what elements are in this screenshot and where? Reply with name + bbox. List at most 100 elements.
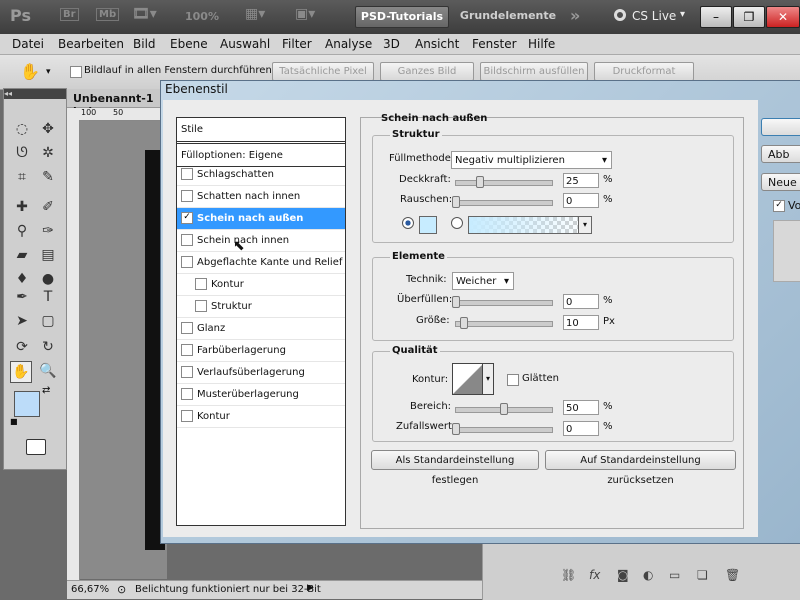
list-item-stroke[interactable]: Kontur: [177, 406, 345, 428]
toolbox-collapse-icon[interactable]: ◂◂: [4, 89, 66, 99]
more-workspaces-icon[interactable]: »: [570, 6, 580, 25]
jitter-slider-handle[interactable]: [452, 423, 460, 435]
restore-icon[interactable]: ❐: [733, 6, 765, 28]
lasso-tool-icon[interactable]: ᘎ: [12, 143, 32, 163]
actual-pixels-button[interactable]: Tatsächliche Pixel: [272, 62, 374, 81]
workspace-tab-grundelemente[interactable]: Grundelemente: [452, 6, 564, 26]
stamp-tool-icon[interactable]: ⚲: [12, 221, 32, 241]
document-tab[interactable]: Unbenannt-1 bei: [67, 89, 167, 118]
color-overlay-checkbox[interactable]: [181, 344, 193, 356]
spread-slider-handle[interactable]: [452, 296, 460, 308]
crop-tool-icon[interactable]: ⌗: [12, 167, 32, 187]
list-item-texture-sub[interactable]: Struktur: [177, 296, 345, 318]
mask-icon[interactable]: ◙: [617, 568, 629, 582]
noise-slider-handle[interactable]: [452, 196, 460, 208]
list-item-satin[interactable]: Glanz: [177, 318, 345, 340]
gradient-radio[interactable]: [451, 217, 463, 229]
brush-tool-icon[interactable]: ✐: [38, 197, 58, 217]
foreground-color-swatch[interactable]: [14, 391, 40, 417]
chevron-down-icon[interactable]: ▾: [46, 67, 51, 77]
menu-hilfe[interactable]: Hilfe: [528, 37, 555, 51]
gradient-overlay-checkbox[interactable]: [181, 366, 193, 378]
size-input[interactable]: 10: [563, 315, 599, 330]
opacity-slider[interactable]: [455, 180, 553, 186]
shape-tool-icon[interactable]: ▢: [38, 311, 58, 331]
swap-colors-icon[interactable]: ⇄: [42, 385, 50, 396]
noise-input[interactable]: 0: [563, 193, 599, 208]
marquee-tool-icon[interactable]: ◌: [12, 119, 32, 139]
glow-gradient-picker[interactable]: [468, 216, 580, 234]
jitter-input[interactable]: 0: [563, 421, 599, 436]
pen-tool-icon[interactable]: ✒: [12, 287, 32, 307]
preview-checkbox[interactable]: ✓: [773, 200, 785, 212]
menu-ansicht[interactable]: Ansicht: [415, 37, 459, 51]
menu-bild[interactable]: Bild: [133, 37, 156, 51]
list-item-inner-shadow[interactable]: Schatten nach innen: [177, 186, 345, 208]
move-tool-icon[interactable]: ✥: [38, 119, 58, 139]
menu-datei[interactable]: Datei: [12, 37, 44, 51]
screen-mode-icon[interactable]: ▣▾: [295, 6, 315, 22]
chevron-down-icon[interactable]: ▾: [680, 9, 685, 20]
list-item-bevel-emboss[interactable]: Abgeflachte Kante und Relief: [177, 252, 345, 274]
scroll-all-checkbox[interactable]: [70, 66, 82, 78]
quick-mask-icon[interactable]: [26, 439, 46, 455]
contour-sub-checkbox[interactable]: [195, 278, 207, 290]
trash-icon[interactable]: 🗑: [725, 568, 740, 582]
cancel-button[interactable]: Abb: [761, 145, 800, 163]
gradient-tool-icon[interactable]: ▤: [38, 245, 58, 265]
blend-mode-select[interactable]: Negativ multiplizieren ▾: [451, 151, 612, 169]
dodge-tool-icon[interactable]: ●: [38, 269, 58, 289]
list-item-stile[interactable]: Stile: [177, 118, 345, 142]
noise-slider[interactable]: [455, 200, 553, 206]
zoom-level[interactable]: 100%: [185, 10, 219, 23]
ok-button[interactable]: [761, 118, 800, 136]
eyedropper-tool-icon[interactable]: ✎: [38, 167, 58, 187]
link-layers-icon[interactable]: ⛓: [561, 568, 576, 582]
list-item-inner-glow[interactable]: Schein nach innen: [177, 230, 345, 252]
print-size-button[interactable]: Druckformat: [594, 62, 694, 81]
menu-auswahl[interactable]: Auswahl: [220, 37, 270, 51]
chevron-down-icon[interactable]: ▾: [482, 363, 494, 395]
list-item-color-overlay[interactable]: Farbüberlagerung: [177, 340, 345, 362]
stroke-checkbox[interactable]: [181, 410, 193, 422]
opacity-slider-handle[interactable]: [476, 176, 484, 188]
list-item-pattern-overlay[interactable]: Musterüberlagerung: [177, 384, 345, 406]
antialias-checkbox[interactable]: [507, 374, 519, 386]
adjustment-layer-icon[interactable]: ◐: [643, 568, 653, 582]
menu-ebene[interactable]: Ebene: [170, 37, 208, 51]
fit-screen-button[interactable]: Ganzes Bild: [380, 62, 474, 81]
list-item-gradient-overlay[interactable]: Verlaufsüberlagerung: [177, 362, 345, 384]
reset-default-button[interactable]: Auf Standardeinstellung zurücksetzen: [545, 450, 736, 486]
make-default-button[interactable]: Als Standardeinstellung festlegen: [371, 450, 539, 486]
opacity-input[interactable]: 25: [563, 173, 599, 188]
inner-shadow-checkbox[interactable]: [181, 190, 193, 202]
jitter-slider[interactable]: [455, 427, 553, 433]
type-tool-icon[interactable]: T: [38, 287, 58, 307]
size-slider-handle[interactable]: [460, 317, 468, 329]
new-layer-icon[interactable]: ❏: [697, 568, 708, 582]
default-colors-icon[interactable]: ■: [10, 417, 18, 426]
path-selection-tool-icon[interactable]: ➤: [12, 311, 32, 331]
arrange-icon[interactable]: ▦▾: [245, 6, 265, 22]
menu-bearbeiten[interactable]: Bearbeiten: [58, 37, 124, 51]
eraser-tool-icon[interactable]: ▰: [12, 245, 32, 265]
menu-filter[interactable]: Filter: [282, 37, 312, 51]
3d-orbit-tool-icon[interactable]: ↻: [38, 337, 58, 357]
list-item-drop-shadow[interactable]: Schlagschatten: [177, 164, 345, 186]
chevron-down-icon[interactable]: ▾: [578, 216, 592, 234]
history-brush-tool-icon[interactable]: ✑: [38, 221, 58, 241]
outer-glow-checkbox[interactable]: ✓: [181, 212, 193, 224]
contour-picker[interactable]: [452, 363, 484, 395]
mini-bridge-button[interactable]: Mb: [96, 8, 120, 21]
zoom-tool-icon[interactable]: 🔍: [38, 361, 58, 381]
menu-fenster[interactable]: Fenster: [472, 37, 517, 51]
cs-live-icon[interactable]: [614, 9, 626, 21]
inner-glow-checkbox[interactable]: [181, 234, 193, 246]
hand-tool-icon[interactable]: ✋: [20, 62, 40, 81]
range-input[interactable]: 50: [563, 400, 599, 415]
technique-select[interactable]: Weicher ▾: [452, 272, 514, 290]
fill-screen-button[interactable]: Bildschirm ausfüllen: [480, 62, 588, 81]
glow-color-swatch[interactable]: [419, 216, 437, 234]
status-info-icon[interactable]: ⊙: [117, 583, 126, 596]
minimize-icon[interactable]: –: [700, 6, 732, 28]
